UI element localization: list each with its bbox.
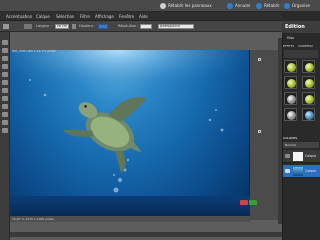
toolbox: [0, 32, 10, 240]
reset-panels-button[interactable]: Rétablir les panneaux: [160, 1, 212, 11]
layer-name: Calque: [305, 154, 317, 158]
tab-effets[interactable]: EFFETS: [283, 44, 294, 48]
effect-preview-icon: [305, 111, 314, 120]
lasso-tool-icon[interactable]: [2, 80, 8, 85]
brush-tool-icon[interactable]: [2, 96, 8, 101]
menu-fenetre[interactable]: Fenêtre: [119, 12, 134, 21]
organizer-button[interactable]: Organise: [284, 1, 310, 11]
eraser-tool-icon[interactable]: [2, 104, 8, 109]
text-tool-icon[interactable]: [2, 112, 8, 117]
menu-filtre[interactable]: Filtre: [80, 12, 90, 21]
photo-shadow-strip: [10, 196, 250, 216]
commit-crop-icon[interactable]: [249, 200, 257, 205]
mode-tab[interactable]: Mise: [287, 36, 294, 40]
crop-handle-icon[interactable]: [258, 130, 261, 133]
eyedropper-tool-icon[interactable]: [2, 64, 8, 69]
status-bar: 16,67 % 1315 x 2000 pixels: [10, 216, 250, 222]
redo-icon: [256, 3, 262, 9]
sea-turtle-photo: [10, 50, 249, 202]
blend-mode-dropdown[interactable]: Normal: [283, 142, 319, 148]
effect-thumb[interactable]: [302, 92, 315, 105]
effect-preview-icon: [305, 63, 314, 72]
reset-panels-icon: [160, 3, 166, 9]
undo-button[interactable]: Annuler: [227, 1, 251, 11]
organizer-label: Organise: [292, 3, 310, 8]
panel-tabs-top: [282, 12, 320, 21]
effect-thumb[interactable]: [302, 76, 315, 89]
effect-preview-icon: [287, 63, 296, 72]
layers-header: CALQUES: [283, 136, 298, 140]
photo-image[interactable]: [10, 50, 250, 216]
effect-thumb[interactable]: [284, 92, 297, 105]
effects-filter-bar[interactable]: [284, 50, 318, 58]
width-field[interactable]: 56 cm: [55, 24, 69, 29]
effect-preview-icon: [305, 79, 314, 88]
effect-thumb[interactable]: [284, 76, 297, 89]
horizontal-scrollbar[interactable]: [10, 232, 282, 237]
selection-tool-icon[interactable]: [2, 72, 8, 77]
crop-tool-button-icon[interactable]: [2, 120, 8, 125]
layer-row[interactable]: Calque: [283, 150, 320, 163]
organizer-icon: [284, 3, 290, 9]
layer-row-selected[interactable]: Calque: [283, 165, 320, 178]
effect-preview-icon: [287, 111, 296, 120]
menu-aide[interactable]: Aide: [139, 12, 148, 21]
effect-thumb[interactable]: [302, 60, 315, 73]
redo-label: Rétablir: [264, 3, 280, 8]
effect-thumb[interactable]: [284, 60, 297, 73]
crop-handle-icon[interactable]: [258, 58, 261, 61]
redo-button[interactable]: Rétablir: [256, 1, 280, 11]
menu-accentuation[interactable]: Accentuation: [6, 12, 32, 21]
eye-icon[interactable]: [285, 169, 290, 173]
height-label: Hauteur :: [79, 24, 96, 28]
swap-icon[interactable]: [72, 24, 76, 29]
menu-selection[interactable]: Sélection: [56, 12, 74, 21]
undo-label: Annuler: [235, 3, 251, 8]
resolution-label: Résolution :: [118, 24, 139, 28]
width-label: Largeur :: [36, 24, 52, 28]
resolution-field[interactable]: [140, 24, 152, 29]
eye-icon[interactable]: [285, 154, 290, 158]
preset-dropdown[interactable]: [24, 24, 32, 29]
magic-wand-tool-icon[interactable]: [2, 88, 8, 93]
crop-tool-icon: [3, 24, 9, 29]
menu-calque[interactable]: Calque: [36, 12, 50, 21]
resolution-unit-dropdown[interactable]: pixels/pouce: [158, 24, 194, 29]
layer-name: Calque: [305, 169, 317, 173]
zoom-tool-icon[interactable]: [2, 48, 8, 53]
effect-thumb[interactable]: [284, 108, 297, 121]
hand-tool-icon[interactable]: [2, 56, 8, 61]
undo-icon: [227, 3, 233, 9]
tab-contenu[interactable]: CONTENU: [298, 44, 313, 48]
effect-preview-icon: [287, 79, 296, 88]
move-tool-icon[interactable]: [2, 40, 8, 45]
effect-preview-icon: [305, 95, 314, 104]
layer-thumbnail: [293, 167, 303, 176]
document-tab[interactable]: IMG_0063.JPG à 16,7% (RVB/8): [12, 49, 56, 53]
height-field[interactable]: [98, 24, 108, 29]
effect-preview-icon: [287, 95, 296, 104]
menu-affichage[interactable]: Affichage: [95, 12, 114, 21]
menu-bar: Accentuation Calque Sélection Filtre Aff…: [0, 12, 282, 21]
options-bar: Largeur : 56 cm Hauteur : Résolution : p…: [0, 21, 282, 32]
layer-thumbnail: [293, 152, 303, 161]
top-action-bar: Rétablir les panneaux Annuler Rétablir O…: [0, 0, 320, 12]
cancel-crop-icon[interactable]: [240, 200, 248, 205]
reset-panels-label: Rétablir les panneaux: [168, 3, 212, 8]
shape-tool-icon[interactable]: [2, 128, 8, 133]
panel-title[interactable]: Edition: [282, 21, 320, 33]
effect-thumb[interactable]: [302, 108, 315, 121]
